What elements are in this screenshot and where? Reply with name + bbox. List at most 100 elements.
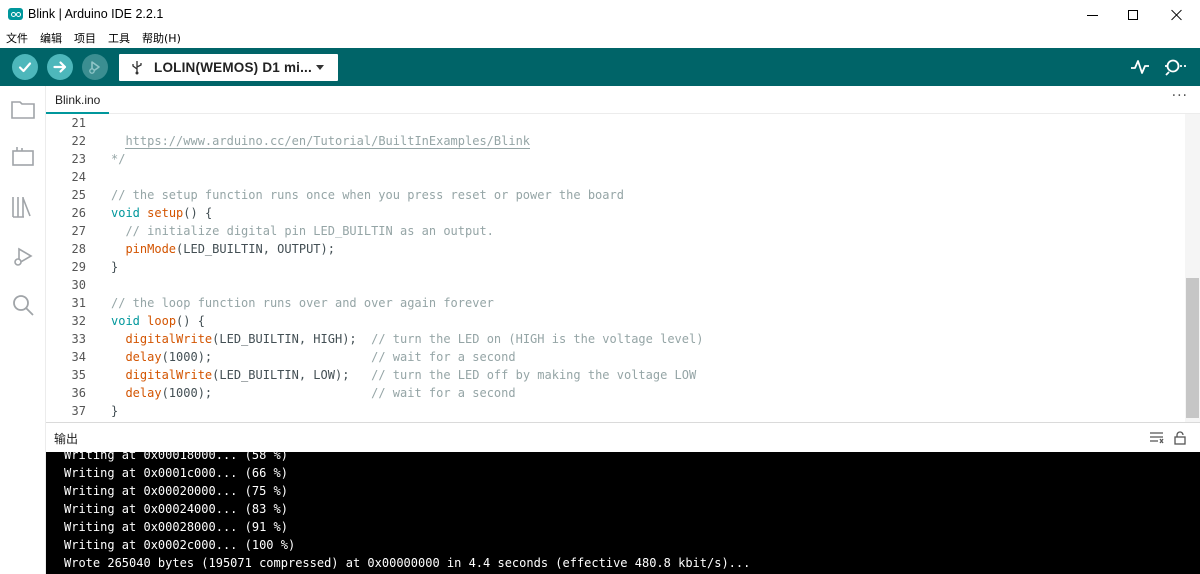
output-line: Writing at 0x00028000... (91 %): [64, 520, 288, 534]
code-line[interactable]: 32 void loop() {: [46, 312, 1185, 330]
code-token: */: [111, 152, 126, 166]
usb-icon: [132, 61, 142, 75]
serial-plotter-icon[interactable]: [1130, 58, 1150, 76]
code-line[interactable]: 29}: [46, 258, 1185, 276]
menu-file[interactable]: 文件: [6, 30, 28, 48]
line-number: 31: [71, 296, 86, 310]
line-number: 34: [71, 350, 86, 364]
menu-help[interactable]: 帮助(H): [142, 30, 181, 48]
code-line[interactable]: 22 https://www.arduino.cc/en/Tutorial/Bu…: [46, 132, 1185, 150]
close-button[interactable]: [1154, 0, 1200, 30]
line-number: 36: [71, 386, 86, 400]
code-line[interactable]: 33 digitalWrite(LED_BUILTIN, HIGH); // t…: [46, 330, 1185, 348]
checkmark-icon: [18, 62, 32, 73]
code-line[interactable]: 34 delay(1000); // wait for a second: [46, 348, 1185, 366]
arduino-logo-icon: [8, 8, 23, 20]
line-number: 25: [71, 188, 86, 202]
code-line[interactable]: 30: [46, 276, 1185, 294]
minimize-button[interactable]: [1069, 0, 1115, 30]
code-token: void: [111, 314, 140, 328]
board-selector[interactable]: LOLIN(WEMOS) D1 mi...: [119, 54, 338, 81]
code-token: // initialize digital pin LED_BUILTIN as…: [111, 224, 494, 238]
code-token: // turn the LED on (HIGH is the voltage …: [371, 332, 704, 346]
board-manager-icon[interactable]: [10, 144, 36, 170]
library-manager-icon[interactable]: [10, 194, 36, 220]
code-token: pinMode: [125, 242, 177, 256]
code-token: (LED_BUILTIN, OUTPUT);: [176, 242, 335, 256]
code-token: delay: [125, 386, 162, 400]
code-line[interactable]: 24: [46, 168, 1185, 186]
code-line[interactable]: 28 pinMode(LED_BUILTIN, OUTPUT);: [46, 240, 1185, 258]
folder-icon[interactable]: [10, 96, 36, 122]
code-token: // turn the LED off by making the voltag…: [371, 368, 697, 382]
line-number: 21: [71, 116, 86, 130]
code-line[interactable]: 31 // the loop function runs over and ove…: [46, 294, 1185, 312]
code-text: // initialize digital pin LED_BUILTIN as…: [111, 222, 494, 240]
clear-output-icon[interactable]: [1149, 431, 1164, 444]
code-text: https://www.arduino.cc/en/Tutorial/Built…: [111, 132, 531, 150]
code-text: digitalWrite(LED_BUILTIN, LOW); // turn …: [111, 366, 696, 384]
line-number: 28: [71, 242, 86, 256]
code-line[interactable]: 23 */: [46, 150, 1185, 168]
line-number: 35: [71, 368, 86, 382]
line-number: 29: [71, 260, 86, 274]
code-text: void setup() {: [111, 204, 212, 222]
menu-sketch[interactable]: 项目: [74, 30, 96, 48]
arrow-right-icon: [53, 61, 67, 73]
code-line[interactable]: 36 delay(1000); // wait for a second: [46, 384, 1185, 402]
activity-bar: [0, 86, 46, 574]
lock-scroll-icon[interactable]: [1174, 431, 1186, 445]
code-token: // wait for a second: [371, 386, 516, 400]
code-line[interactable]: 21: [46, 114, 1185, 132]
output-line: Writing at 0x0002c000... (100 %): [64, 538, 296, 552]
verify-button[interactable]: [12, 54, 38, 80]
code-token: () {: [183, 206, 213, 220]
code-line[interactable]: 26 void setup() {: [46, 204, 1185, 222]
code-text: }: [111, 402, 118, 420]
chevron-down-icon: [316, 65, 324, 70]
output-console[interactable]: Writing at 0x00018000... (58 %) Writing a…: [46, 452, 1200, 574]
editor-scrollbar-thumb[interactable]: [1186, 278, 1199, 418]
search-icon[interactable]: [10, 292, 36, 318]
code-text: */: [111, 150, 125, 168]
code-text: // the loop function runs over and over …: [111, 294, 494, 312]
menu-edit[interactable]: 编辑: [40, 30, 62, 48]
output-header: 输出: [46, 422, 1200, 452]
code-token[interactable]: https://www.arduino.cc/en/Tutorial/Built…: [125, 134, 531, 149]
debug-panel-icon[interactable]: [10, 244, 36, 270]
upload-button[interactable]: [47, 54, 73, 80]
code-text: delay(1000); // wait for a second: [111, 384, 516, 402]
close-icon: [1171, 9, 1183, 21]
code-text: void loop() {: [111, 312, 205, 330]
serial-monitor-icon[interactable]: [1163, 58, 1187, 76]
output-line: Writing at 0x00020000... (75 %): [64, 484, 288, 498]
title-bar: Blink | Arduino IDE 2.2.1: [0, 0, 1200, 30]
code-line[interactable]: 35 digitalWrite(LED_BUILTIN, LOW); // tu…: [46, 366, 1185, 384]
code-token: }: [111, 404, 119, 418]
line-number: 22: [71, 134, 86, 148]
tab-blink-ino[interactable]: Blink.ino: [46, 86, 110, 114]
code-text: delay(1000); // wait for a second: [111, 348, 515, 366]
line-number: 27: [71, 224, 86, 238]
code-token: setup: [147, 206, 184, 220]
debug-icon: [89, 61, 100, 74]
menu-bar: 文件 编辑 项目 工具 帮助(H): [0, 30, 1200, 48]
code-editor[interactable]: 21 22 https://www.arduino.cc/en/Tutorial/…: [46, 114, 1185, 422]
menu-tools[interactable]: 工具: [108, 30, 130, 48]
code-text: }: [111, 258, 118, 276]
line-number: 32: [71, 314, 86, 328]
code-line[interactable]: 25 // the setup function runs once when y…: [46, 186, 1185, 204]
line-number: 33: [71, 332, 86, 346]
code-line[interactable]: 37}: [46, 402, 1185, 420]
more-options-icon[interactable]: ···: [1172, 88, 1188, 104]
debug-button[interactable]: [82, 54, 108, 80]
toolbar: LOLIN(WEMOS) D1 mi...: [0, 48, 1200, 86]
code-line[interactable]: 27 // initialize digital pin LED_BUILTIN…: [46, 222, 1185, 240]
maximize-button[interactable]: [1110, 0, 1156, 30]
editor-scrollbar[interactable]: [1185, 114, 1200, 422]
code-token: () {: [176, 314, 205, 328]
output-title: 输出: [54, 432, 79, 446]
